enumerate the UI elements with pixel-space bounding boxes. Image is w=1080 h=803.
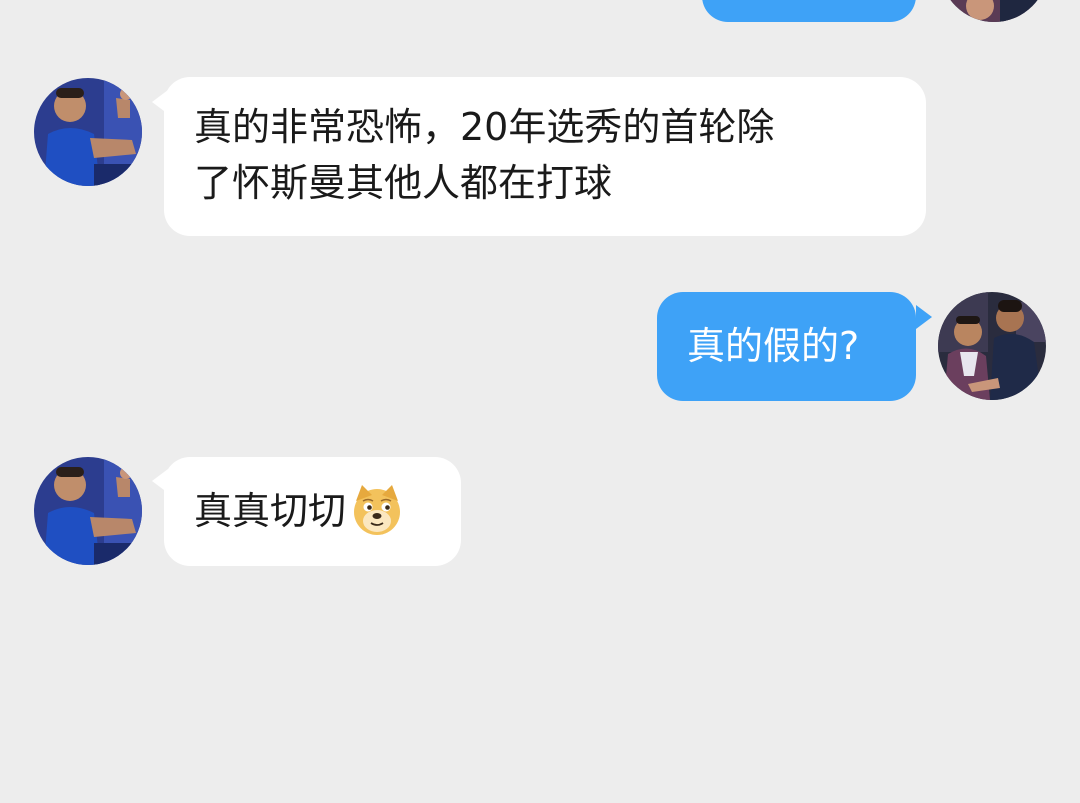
message-text-line: 真的非常恐怖，20年选秀的首轮除 (194, 105, 775, 149)
message-text: 真的假的? (687, 324, 860, 368)
message-bubble-incoming[interactable]: 真真切切 (164, 457, 461, 566)
message-bubble-outgoing-previous[interactable] (702, 0, 916, 22)
message-text: 真真切切 (194, 489, 347, 533)
avatar-contact[interactable] (34, 78, 142, 186)
bubble-tail (916, 305, 932, 329)
avatar-contact-image (34, 78, 142, 186)
message-text-line: 了怀斯曼其他人都在打球 (194, 161, 613, 205)
avatar-contact[interactable] (34, 457, 142, 565)
avatar-self-image (938, 292, 1046, 400)
message-bubble-incoming[interactable]: 真的非常恐怖，20年选秀的首轮除 了怀斯曼其他人都在打球 (164, 77, 926, 236)
message-bubble-outgoing[interactable]: 真的假的? (657, 292, 916, 401)
avatar-self-image (940, 0, 1048, 22)
avatar-contact-image (34, 457, 142, 565)
avatar-self[interactable] (938, 292, 1046, 400)
doge-emoji-icon (350, 483, 404, 537)
avatar-self-previous[interactable] (940, 0, 1048, 22)
